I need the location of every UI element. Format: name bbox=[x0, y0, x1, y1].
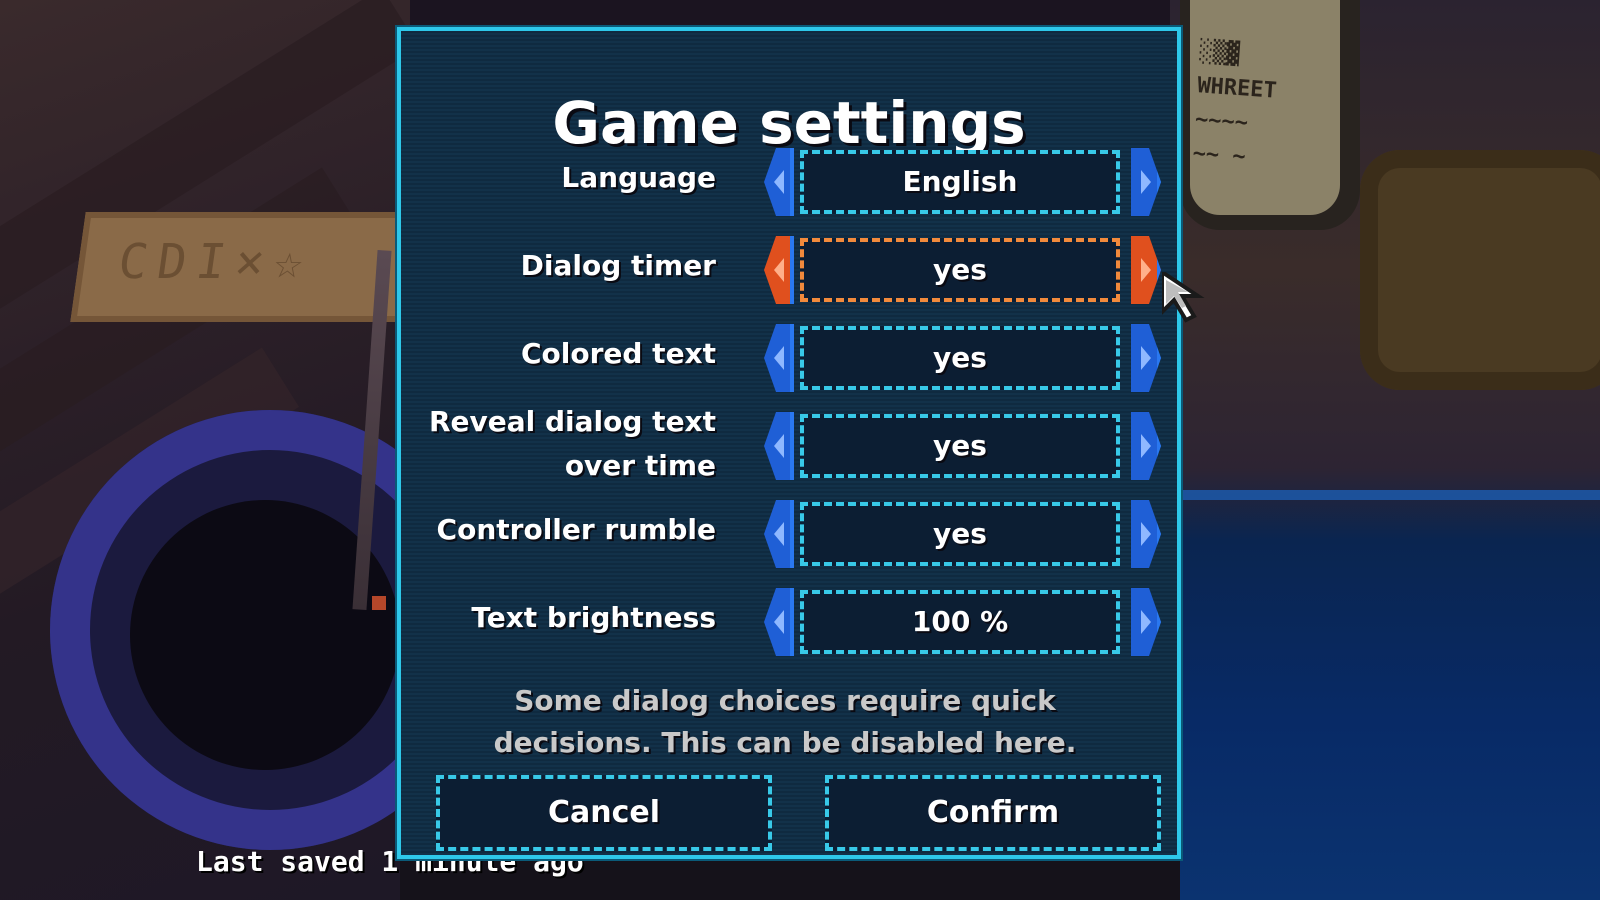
arrow-right-icon[interactable] bbox=[1131, 412, 1161, 480]
arrow-right-icon[interactable] bbox=[1131, 324, 1161, 392]
arrow-right-icon[interactable] bbox=[1131, 500, 1161, 568]
setting-value-controller-rumble[interactable]: yes bbox=[800, 502, 1120, 566]
arrow-left-icon[interactable] bbox=[764, 236, 794, 304]
arrow-left-icon[interactable] bbox=[764, 412, 794, 480]
setting-label-line2: over time bbox=[564, 449, 716, 482]
arrow-right-icon[interactable] bbox=[1131, 148, 1161, 216]
setting-row-dialog-timer: Dialog timer yes bbox=[0, 234, 1600, 306]
setting-row-colored-text: Colored text yes bbox=[0, 322, 1600, 394]
setting-row-reveal-dialog-text: Reveal dialog text over time yes bbox=[0, 405, 1600, 482]
arrow-left-icon[interactable] bbox=[764, 324, 794, 392]
setting-label: Reveal dialog text bbox=[428, 405, 716, 438]
cancel-button[interactable]: Cancel bbox=[436, 775, 772, 851]
setting-row-controller-rumble: Controller rumble yes bbox=[0, 498, 1600, 570]
setting-label: Text brightness bbox=[471, 601, 716, 634]
setting-label: Language bbox=[561, 161, 716, 194]
setting-value-language[interactable]: English bbox=[800, 150, 1120, 214]
setting-row-language: Language English bbox=[0, 146, 1600, 218]
setting-row-text-brightness: Text brightness 100 % bbox=[0, 586, 1600, 658]
arrow-right-icon[interactable] bbox=[1131, 588, 1161, 656]
arrow-left-icon[interactable] bbox=[764, 148, 794, 216]
arrow-left-icon[interactable] bbox=[764, 588, 794, 656]
setting-value-dialog-timer[interactable]: yes bbox=[800, 238, 1120, 302]
setting-label: Dialog timer bbox=[520, 249, 716, 282]
arrow-right-icon[interactable] bbox=[1131, 236, 1161, 304]
arrow-left-icon[interactable] bbox=[764, 500, 794, 568]
setting-hint-line2: decisions. This can be disabled here. bbox=[493, 726, 1077, 759]
setting-value-text-brightness[interactable]: 100 % bbox=[800, 590, 1120, 654]
mouse-cursor-icon bbox=[1162, 272, 1205, 323]
setting-label: Controller rumble bbox=[436, 513, 716, 546]
setting-value-reveal-dialog-text[interactable]: yes bbox=[800, 414, 1120, 478]
setting-value-colored-text[interactable]: yes bbox=[800, 326, 1120, 390]
setting-label: Colored text bbox=[520, 337, 716, 370]
confirm-button[interactable]: Confirm bbox=[825, 775, 1161, 851]
setting-hint: Some dialog choices require quick decisi… bbox=[397, 680, 1173, 764]
setting-hint-line1: Some dialog choices require quick bbox=[514, 684, 1056, 717]
